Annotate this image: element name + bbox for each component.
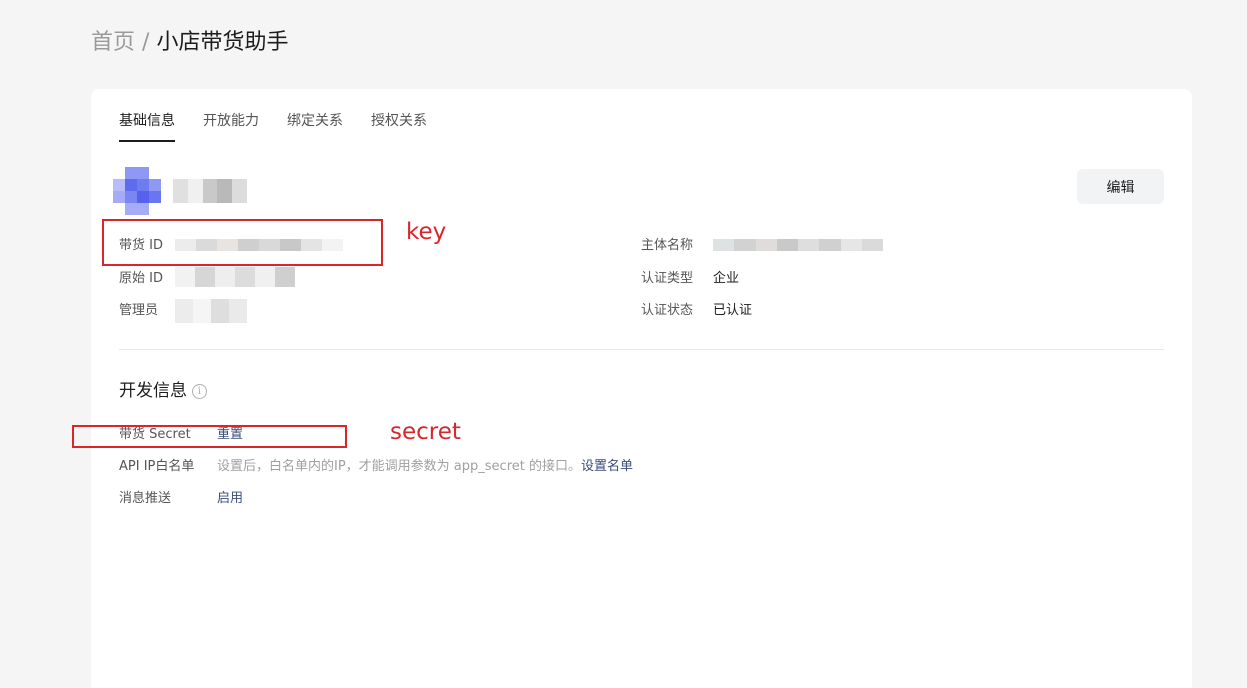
main-card: 基础信息 开放能力 绑定关系 授权关系 编辑 带货 ID 原始 ID 管理员 主… (91, 89, 1192, 688)
message-push-label: 消息推送 (119, 491, 172, 506)
entity-name-label: 主体名称 (641, 238, 694, 253)
shop-avatar (113, 167, 163, 217)
page-title: 小店带货助手 (156, 30, 289, 55)
admin-label: 管理员 (119, 303, 159, 318)
cert-type-label: 认证类型 (641, 271, 694, 286)
edit-button[interactable]: 编辑 (1077, 169, 1164, 204)
breadcrumb: 首页 / 小店带货助手 (91, 28, 288, 58)
origin-id-label: 原始 ID (119, 271, 163, 286)
key-annotation-label: key (406, 219, 447, 245)
shop-name-redacted (173, 179, 247, 203)
dev-info-title-text: 开发信息 (119, 381, 187, 401)
breadcrumb-separator: / (142, 30, 150, 55)
ip-whitelist-hint: 设置后，白名单内的IP，才能调用参数为 app_secret 的接口。 (217, 459, 581, 474)
tab-bindings[interactable]: 绑定关系 (287, 111, 343, 140)
enable-message-push-link[interactable]: 启用 (217, 490, 243, 508)
origin-id-value-redacted (175, 267, 295, 287)
section-divider (119, 349, 1164, 350)
tab-authorizations[interactable]: 授权关系 (371, 111, 427, 140)
cert-status-value: 已认证 (713, 303, 753, 318)
cert-status-label: 认证状态 (641, 303, 694, 318)
secret-annotation-box (72, 425, 347, 448)
ip-whitelist-row: 设置后，白名单内的IP，才能调用参数为 app_secret 的接口。设置名单 (217, 458, 633, 476)
dev-info-title: 开发信息 i (119, 379, 207, 403)
admin-value-redacted (175, 299, 247, 323)
key-annotation-box (102, 219, 383, 266)
tab-open-capabilities[interactable]: 开放能力 (203, 111, 259, 140)
set-whitelist-link[interactable]: 设置名单 (581, 459, 633, 474)
page: 首页 / 小店带货助手 基础信息 开放能力 绑定关系 授权关系 编辑 带货 ID… (0, 0, 1247, 688)
breadcrumb-home-link[interactable]: 首页 (91, 28, 135, 58)
info-icon[interactable]: i (192, 383, 207, 399)
entity-name-value-redacted (713, 239, 883, 251)
ip-whitelist-label: API IP白名单 (119, 459, 195, 474)
secret-annotation-label: secret (390, 419, 461, 445)
tab-basic-info[interactable]: 基础信息 (119, 111, 175, 142)
tab-bar: 基础信息 开放能力 绑定关系 授权关系 (119, 111, 455, 142)
cert-type-value: 企业 (713, 271, 740, 286)
